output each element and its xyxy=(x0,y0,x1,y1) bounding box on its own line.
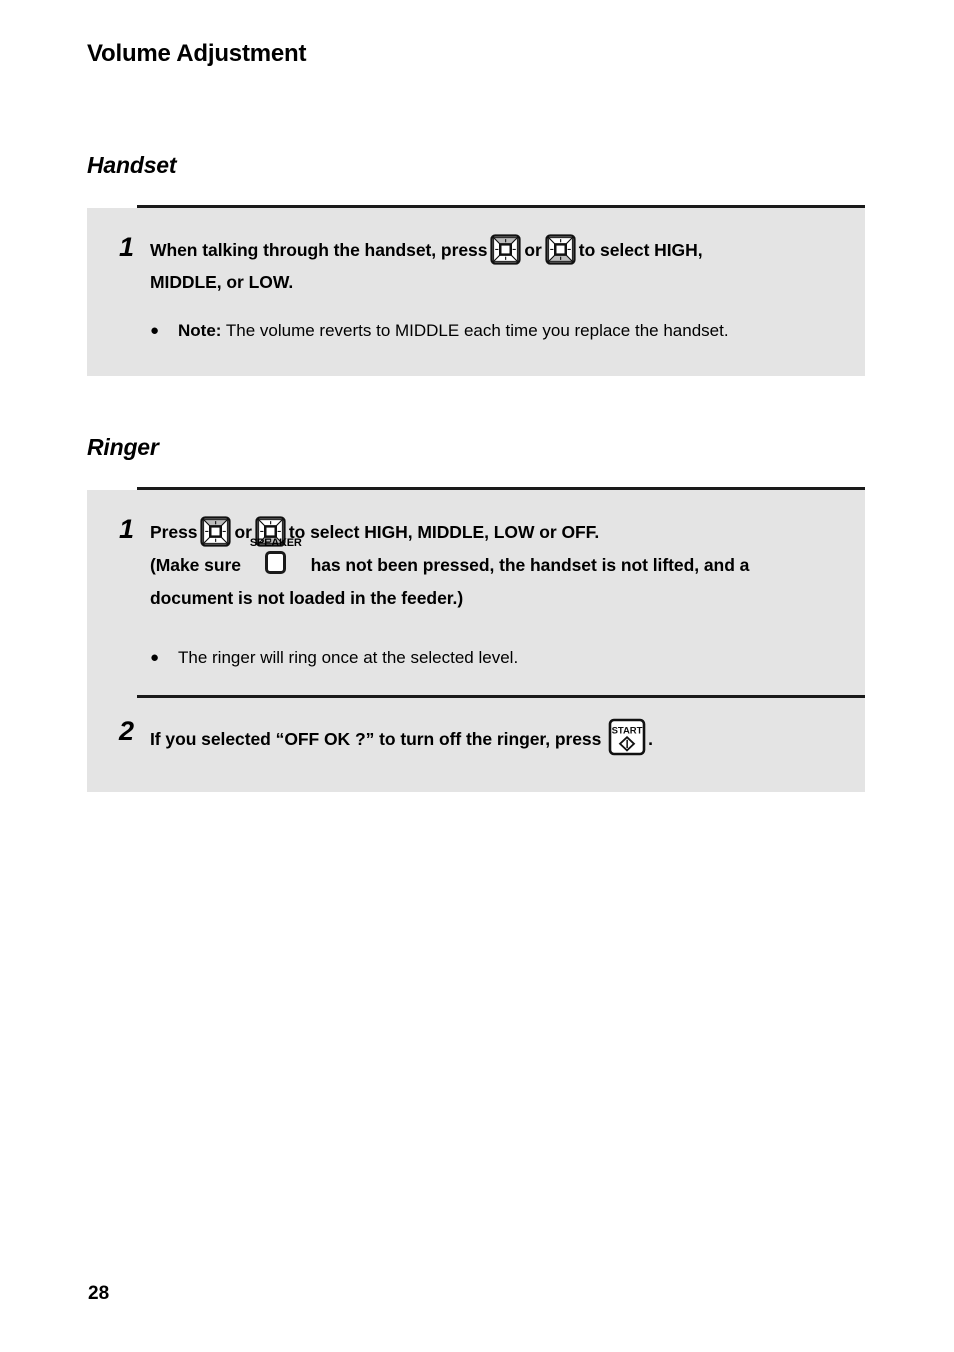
bullet-body-text: The ringer will ring once at the selecte… xyxy=(178,648,519,667)
ringer-instruction-panel: 1 Press or to select HIGH, MIDDLE, LOW or … xyxy=(87,487,865,792)
start-key-icon: START xyxy=(608,718,646,756)
speaker-key-label: SPEAKER xyxy=(249,537,302,549)
section-heading-ringer: Ringer xyxy=(87,434,159,460)
panel-step-divider-rule xyxy=(137,695,865,698)
step-text-after-icon: . xyxy=(648,729,653,749)
section-heading-handset: Handset xyxy=(87,152,177,178)
handset-instruction-panel: 1 When talking through the handset, pres… xyxy=(87,205,865,376)
step-line-2: (Make sure SPEAKER has not been pressed,… xyxy=(150,537,847,582)
panel-top-rule xyxy=(137,205,865,208)
document-page: Volume Adjustment Handset 1 When talking… xyxy=(0,0,954,1352)
step-number: 2 xyxy=(119,716,135,746)
step-text-before-icons: When talking through the handset, press xyxy=(150,240,488,260)
step-number: 1 xyxy=(119,514,135,544)
step-text-before-icon: If you selected “OFF OK ?” to turn off t… xyxy=(150,729,602,749)
volume-up-key-icon xyxy=(490,234,521,265)
handset-note-bullet: ● Note: The volume reverts to MIDDLE eac… xyxy=(150,318,847,344)
volume-down-key-icon xyxy=(545,234,576,265)
bullet-dot-icon: ● xyxy=(150,649,160,666)
make-sure-text-after: has not been pressed, the handset is not… xyxy=(310,555,750,575)
step-line-1: If you selected “OFF OK ?” to turn off t… xyxy=(150,718,847,756)
step-body: If you selected “OFF OK ?” to turn off t… xyxy=(150,718,847,756)
ringer-note-bullet: ● The ringer will ring once at the selec… xyxy=(150,645,847,671)
bullet-content: The ringer will ring once at the selecte… xyxy=(178,645,847,671)
step-line-1: When talking through the handset, press o… xyxy=(150,234,847,266)
volume-up-key-icon xyxy=(200,516,232,547)
step-text-before-icons: Press xyxy=(150,522,198,542)
bullet-body-text: The volume reverts to MIDDLE each time y… xyxy=(225,321,729,340)
page-title: Volume Adjustment xyxy=(87,40,307,67)
panel-top-rule xyxy=(137,487,865,490)
step-text-after-icons: to select HIGH, MIDDLE, LOW or OFF. xyxy=(288,522,600,542)
step-text-after-icons: to select HIGH, xyxy=(578,240,703,260)
step-body: When talking through the handset, press o… xyxy=(150,234,847,298)
step-number: 1 xyxy=(119,232,135,262)
step-body: Press or to select HIGH, MIDDLE, LOW or OF… xyxy=(150,516,847,614)
conjunction-or: or xyxy=(524,240,542,260)
speaker-key-icon: SPEAKER xyxy=(248,537,304,574)
step-line-2: MIDDLE, or LOW. xyxy=(150,272,294,292)
bullet-label: Note: xyxy=(178,321,222,340)
speaker-key-button-shape xyxy=(264,551,286,574)
bullet-dot-icon: ● xyxy=(150,322,160,339)
step-line-3: document is not loaded in the feeder.) xyxy=(150,588,464,608)
page-number: 28 xyxy=(88,1283,110,1304)
make-sure-text-before: (Make sure xyxy=(150,555,241,575)
bullet-content: Note: The volume reverts to MIDDLE each … xyxy=(178,318,847,344)
svg-text:START: START xyxy=(612,726,643,737)
